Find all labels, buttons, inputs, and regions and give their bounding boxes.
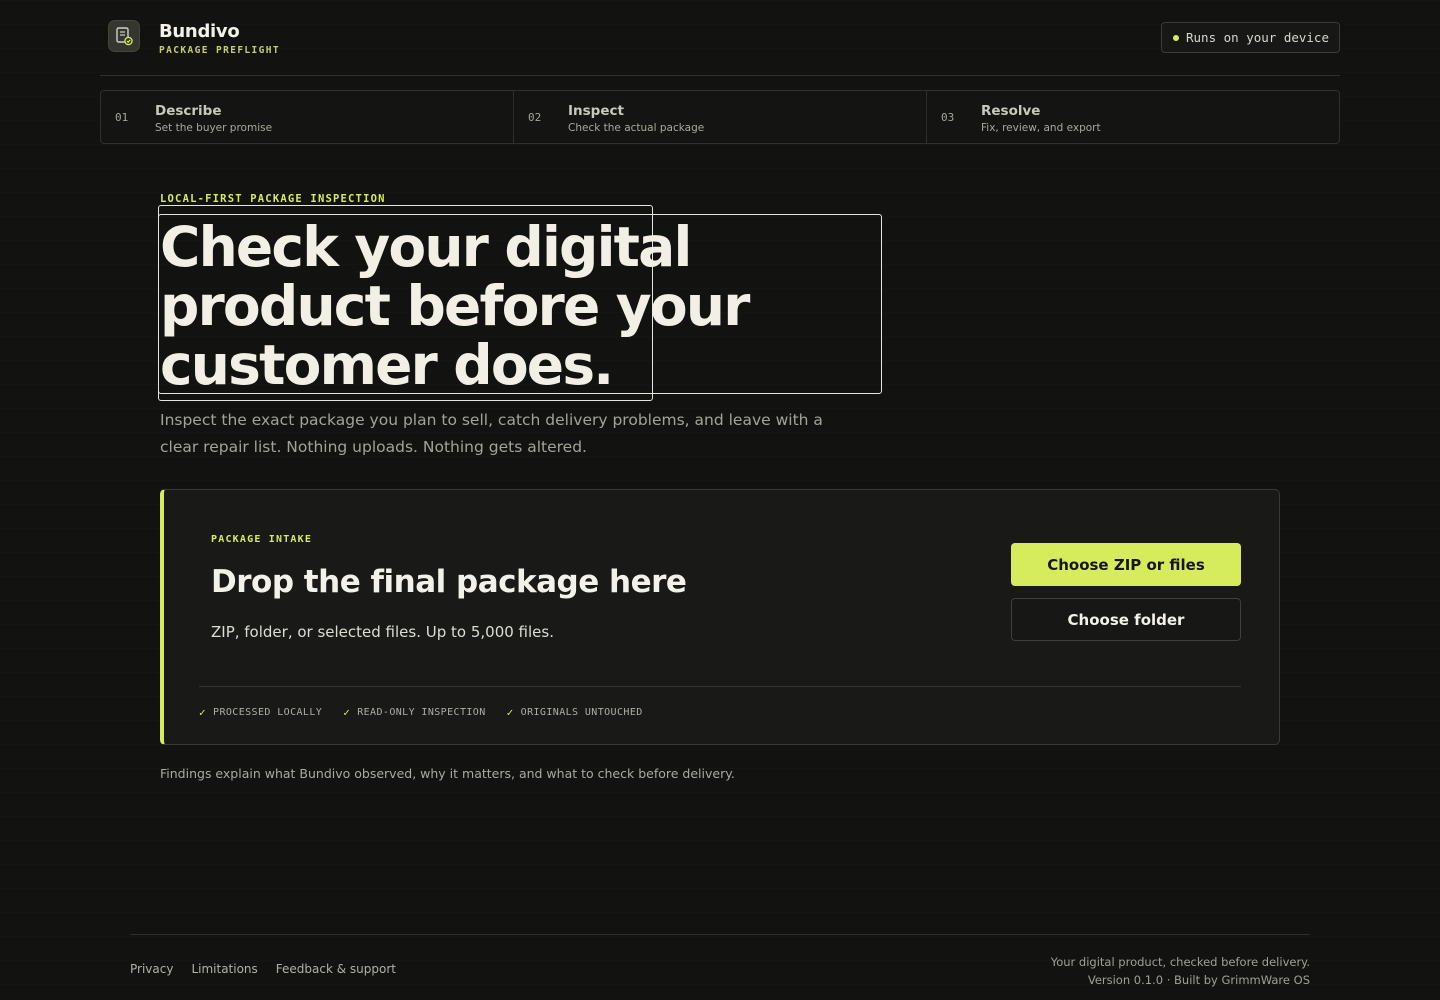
hero-title-line: product before your xyxy=(160,274,750,338)
check-icon: ✓ xyxy=(343,706,351,719)
package-intake-dropzone[interactable]: PACKAGE INTAKE Drop the final package he… xyxy=(160,489,1280,745)
feature-label: PROCESSED LOCALLY xyxy=(213,707,323,718)
step-subtitle: Check the actual package xyxy=(568,122,705,134)
hero-description: Inspect the exact package you plan to se… xyxy=(160,411,823,456)
feature-label: READ-ONLY INSPECTION xyxy=(357,707,486,718)
device-status-badge: Runs on your device xyxy=(1161,22,1340,53)
step-resolve[interactable]: 03 Resolve Fix, review, and export xyxy=(927,91,1339,143)
hero-title-line: customer does. xyxy=(160,333,614,397)
check-icon: ✓ xyxy=(506,706,514,719)
status-dot-icon xyxy=(1173,35,1179,41)
step-title: Inspect xyxy=(568,103,624,119)
privacy-link[interactable]: Privacy xyxy=(130,962,173,976)
footer-version: Version 0.1.0 · Built by GrimmWare OS xyxy=(1087,973,1310,987)
step-number: 01 xyxy=(115,111,129,124)
hero-title-line: Check your digital xyxy=(160,215,692,279)
step-inspect[interactable]: 02 Inspect Check the actual package xyxy=(514,91,927,143)
footer-info: Your digital product, checked before del… xyxy=(1051,953,1310,989)
footer-tagline: Your digital product, checked before del… xyxy=(1050,955,1310,969)
page-footer: Privacy Limitations Feedback & support Y… xyxy=(130,934,1310,1000)
step-title: Resolve xyxy=(981,103,1041,119)
document-check-icon[interactable] xyxy=(108,20,140,52)
findings-note: Findings explain what Bundivo observed, … xyxy=(160,766,735,781)
brand-subtitle: PACKAGE PREFLIGHT xyxy=(159,45,281,56)
step-number: 03 xyxy=(941,111,955,124)
progress-steps: 01 Describe Set the buyer promise 02 Ins… xyxy=(100,90,1340,144)
feature-item: ✓ READ-ONLY INSPECTION xyxy=(343,706,485,719)
step-number: 02 xyxy=(528,111,542,124)
step-subtitle: Fix, review, and export xyxy=(981,122,1101,134)
check-icon: ✓ xyxy=(199,706,207,719)
feature-label: ORIGINALS UNTOUCHED xyxy=(520,707,643,718)
step-title: Describe xyxy=(155,103,222,119)
intake-features: ✓ PROCESSED LOCALLY ✓ READ-ONLY INSPECTI… xyxy=(199,706,643,719)
feedback-link[interactable]: Feedback & support xyxy=(276,962,396,976)
hero-eyebrow: LOCAL-FIRST PACKAGE INSPECTION xyxy=(160,193,386,205)
intake-divider xyxy=(199,686,1241,687)
choose-folder-button[interactable]: Choose folder xyxy=(1011,598,1241,641)
app-header: Bundivo PACKAGE PREFLIGHT Runs on your d… xyxy=(100,0,1340,76)
intake-eyebrow: PACKAGE INTAKE xyxy=(211,534,313,545)
brand-name[interactable]: Bundivo xyxy=(159,21,240,42)
limitations-link[interactable]: Limitations xyxy=(191,962,257,976)
intake-description: ZIP, folder, or selected files. Up to 5,… xyxy=(211,623,554,641)
footer-links: Privacy Limitations Feedback & support xyxy=(130,962,396,976)
hero-title: Check your digital product before your c… xyxy=(160,218,880,395)
step-describe[interactable]: 01 Describe Set the buyer promise xyxy=(101,91,514,143)
feature-item: ✓ PROCESSED LOCALLY xyxy=(199,706,322,719)
choose-zip-button[interactable]: Choose ZIP or files xyxy=(1011,543,1241,586)
step-subtitle: Set the buyer promise xyxy=(155,122,273,134)
device-badge-label: Runs on your device xyxy=(1186,30,1329,45)
feature-item: ✓ ORIGINALS UNTOUCHED xyxy=(507,706,643,719)
intake-title: Drop the final package here xyxy=(211,564,687,600)
